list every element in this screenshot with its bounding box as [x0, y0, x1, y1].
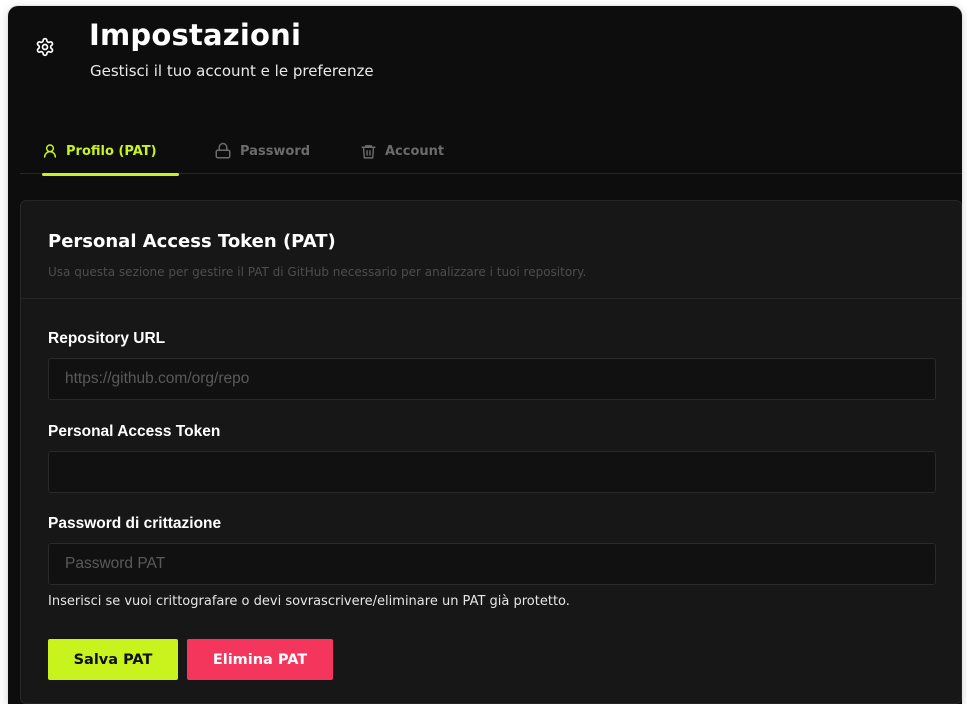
- gear-icon: [34, 36, 56, 58]
- repository-url-input[interactable]: [48, 358, 936, 400]
- encryption-password-input[interactable]: [48, 543, 936, 585]
- personal-access-token-label: Personal Access Token: [48, 423, 221, 440]
- lock-icon: [214, 142, 232, 160]
- settings-window: Impostazioni Gestisci il tuo account e l…: [8, 6, 962, 704]
- tab-account[interactable]: Account: [360, 128, 444, 174]
- tab-label: Password: [240, 143, 311, 159]
- tab-label: Account: [385, 143, 445, 159]
- user-icon: [42, 143, 58, 159]
- tab-password[interactable]: Password: [214, 128, 310, 174]
- pat-card: Personal Access Token (PAT) Usa questa s…: [20, 200, 962, 704]
- settings-tabs: Profilo (PAT) Password Account: [20, 128, 962, 176]
- page-subtitle: Gestisci il tuo account e le preferenze: [90, 62, 374, 80]
- repository-url-label: Repository URL: [48, 330, 166, 347]
- tab-profilo[interactable]: Profilo (PAT): [42, 128, 179, 176]
- personal-access-token-input[interactable]: [48, 451, 936, 493]
- encryption-hint: Inserisci se vuoi crittografare o devi s…: [48, 594, 570, 609]
- card-title: Personal Access Token (PAT): [48, 231, 336, 252]
- delete-pat-button[interactable]: Elimina PAT: [187, 639, 333, 680]
- tab-label: Profilo (PAT): [66, 143, 157, 159]
- page-header: Impostazioni Gestisci il tuo account e l…: [8, 6, 962, 126]
- save-pat-button[interactable]: Salva PAT: [48, 639, 178, 680]
- card-header: Personal Access Token (PAT) Usa questa s…: [21, 201, 961, 299]
- trash-icon: [360, 143, 377, 160]
- page-title: Impostazioni: [89, 18, 302, 52]
- card-description: Usa questa sezione per gestire il PAT di…: [48, 265, 587, 279]
- encryption-password-label: Password di crittazione: [48, 515, 222, 532]
